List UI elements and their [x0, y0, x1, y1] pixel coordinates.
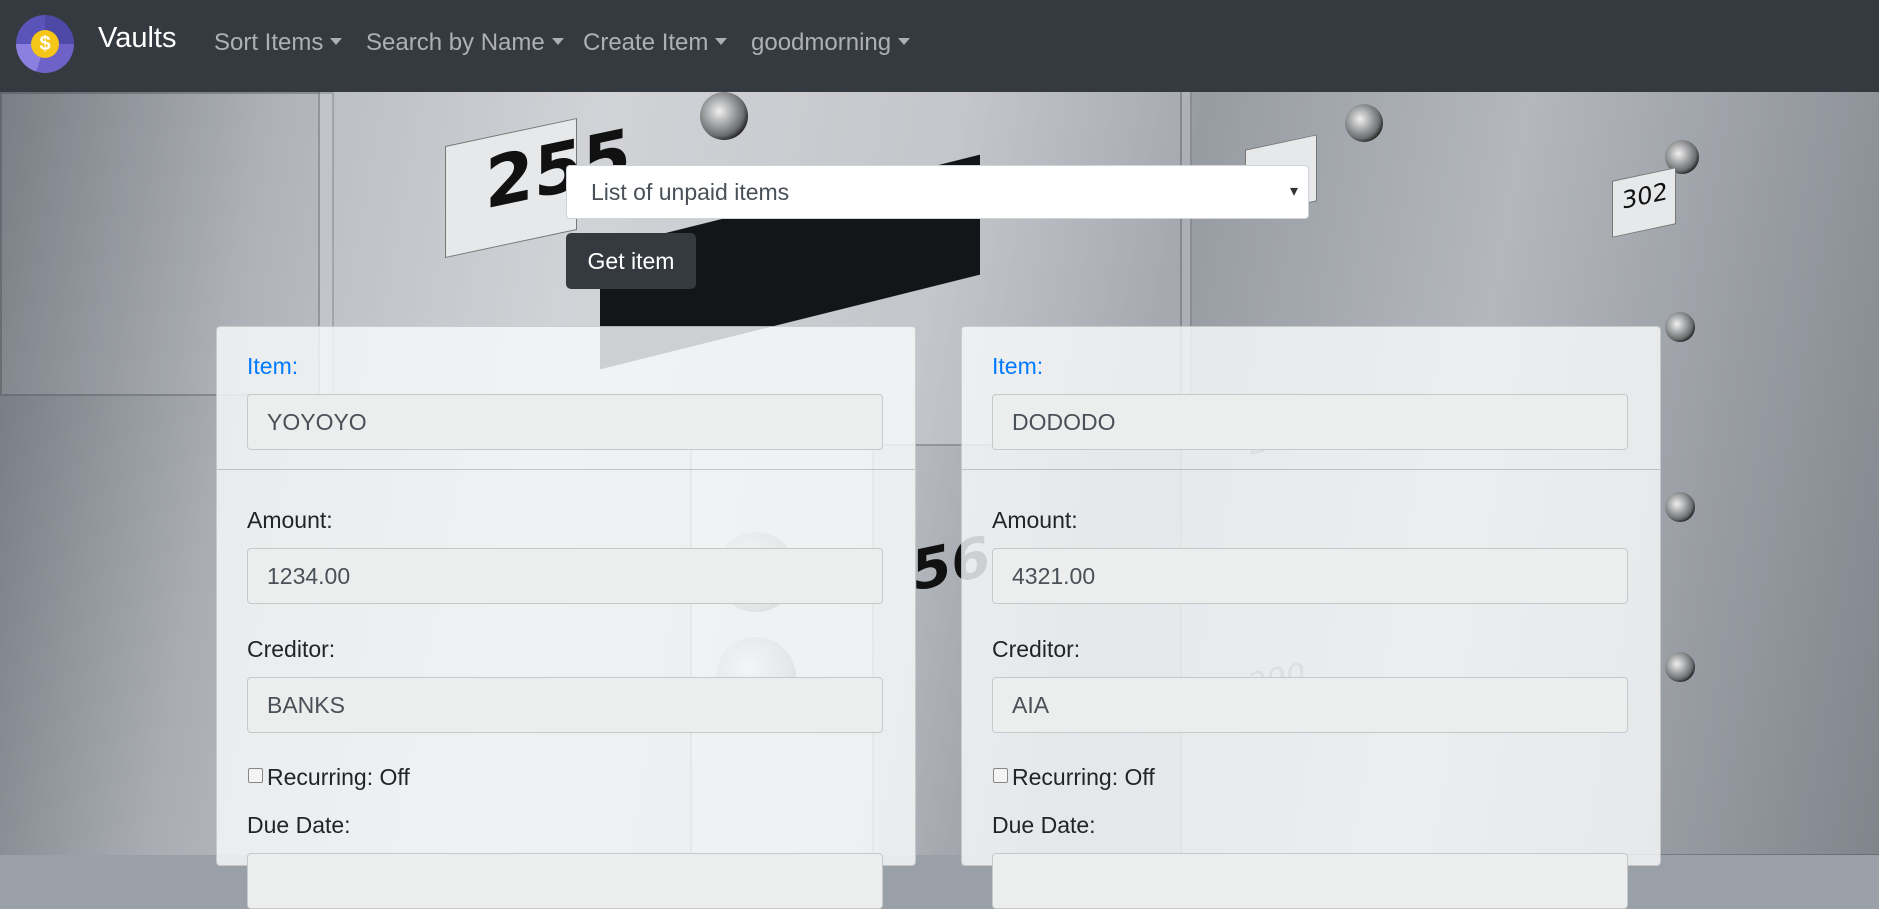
amount-field[interactable]: 1234.00: [247, 548, 883, 604]
amount-label: Amount:: [247, 507, 333, 533]
item-label: Item:: [247, 353, 299, 379]
caret-down-icon: [715, 38, 728, 45]
card-header: Item: YOYOYO: [217, 327, 915, 470]
creditor-label: Creditor:: [992, 636, 1081, 662]
amount-label: Amount:: [992, 507, 1078, 533]
due-date-field[interactable]: [247, 853, 883, 909]
get-item-button[interactable]: Get item: [566, 233, 696, 289]
caret-down-icon: [898, 38, 911, 45]
select-arrow-icon: ▾: [1289, 183, 1298, 200]
nav-user-dropdown[interactable]: goodmorning: [751, 29, 911, 57]
caret-down-icon: [330, 38, 343, 45]
due-date-label: Due Date:: [992, 812, 1096, 838]
caret-down-icon: [551, 38, 564, 45]
card-header: Item: DODODO: [962, 327, 1660, 470]
nav-item-label: Create Item: [583, 29, 709, 56]
due-date-label: Due Date:: [247, 812, 351, 838]
item-card: Item: YOYOYO Amount: 1234.00 Creditor: B…: [216, 326, 916, 909]
due-date-field[interactable]: [992, 853, 1628, 909]
item-card: Item: DODODO Amount: 4321.00 Creditor: A…: [961, 326, 1661, 909]
creditor-label: Creditor:: [247, 636, 336, 662]
creditor-field[interactable]: BANKS: [247, 677, 883, 733]
amount-field[interactable]: 4321.00: [992, 548, 1628, 604]
nav-item-label: Search by Name: [366, 29, 545, 56]
item-list-select[interactable]: List of unpaid items ▾: [566, 165, 1309, 219]
recurring-label: Recurring: Off: [267, 764, 410, 790]
creditor-field[interactable]: AIA: [992, 677, 1628, 733]
nav-search-by-name-dropdown[interactable]: Search by Name: [366, 29, 564, 57]
top-navbar: $ Vaults Sort Items Search by Name Creat…: [0, 0, 1879, 92]
vault-coin-logo-icon[interactable]: $: [16, 15, 74, 73]
recurring-checkbox[interactable]: [993, 768, 1008, 783]
nav-create-item-dropdown[interactable]: Create Item: [583, 29, 728, 57]
recurring-label: Recurring: Off: [1012, 764, 1155, 790]
brand-title[interactable]: Vaults: [98, 22, 176, 55]
item-name-field[interactable]: DODODO: [992, 394, 1628, 450]
nav-item-label: Sort Items: [214, 29, 324, 56]
item-label: Item:: [992, 353, 1044, 379]
recurring-checkbox[interactable]: [248, 768, 263, 783]
nav-item-label: goodmorning: [751, 29, 892, 56]
nav-sort-items-dropdown[interactable]: Sort Items: [214, 29, 343, 57]
select-value: List of unpaid items: [591, 179, 790, 205]
item-name-field[interactable]: YOYOYO: [247, 394, 883, 450]
